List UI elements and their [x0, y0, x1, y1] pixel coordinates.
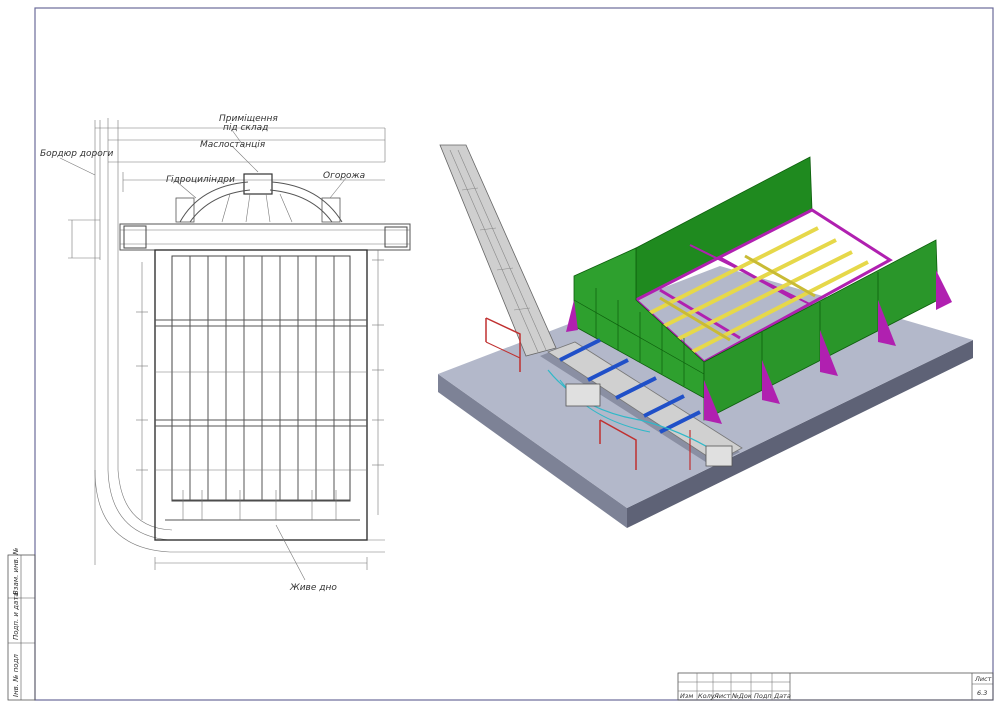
drawing-sheet: Взам. инв. № Подп. и дата Інв. № подл Из…	[7, 7, 994, 701]
title-block: Изм Колуч Лист №Док Подп Дата Лист 6.3	[677, 672, 994, 701]
oil-station-unit	[565, 383, 601, 407]
col-izm: Изм	[680, 692, 693, 700]
label-fence: Огорожа	[323, 171, 365, 181]
label-hydro-cylinders: Гідроциліндри	[166, 175, 235, 185]
isometric-view	[438, 144, 973, 528]
col-ndok: №Док	[731, 692, 752, 700]
label-annex-sub: під склад	[223, 123, 268, 133]
col-data: Дата	[773, 692, 791, 700]
label-live-floor: Живе дно	[289, 583, 337, 593]
col-list: Лист	[713, 692, 731, 700]
stamp-inv-no: Інв. № подл	[12, 654, 20, 697]
sheet-label: Лист	[974, 675, 992, 683]
label-oil-station: Маслостанція	[200, 140, 266, 150]
col-podp: Подп	[754, 692, 772, 700]
label-road-border: Бордюр дороги	[40, 149, 113, 159]
sheet-number: 6.3	[977, 689, 987, 697]
stamp-sign-date: Подп. и дата	[12, 592, 20, 640]
plan-drawing: Бордюр дороги Приміщення під склад Масло…	[40, 114, 411, 593]
side-stamp: Взам. инв. № Подп. и дата Інв. № подл	[7, 547, 36, 701]
stamp-replace-inv: Взам. инв. №	[12, 547, 20, 595]
